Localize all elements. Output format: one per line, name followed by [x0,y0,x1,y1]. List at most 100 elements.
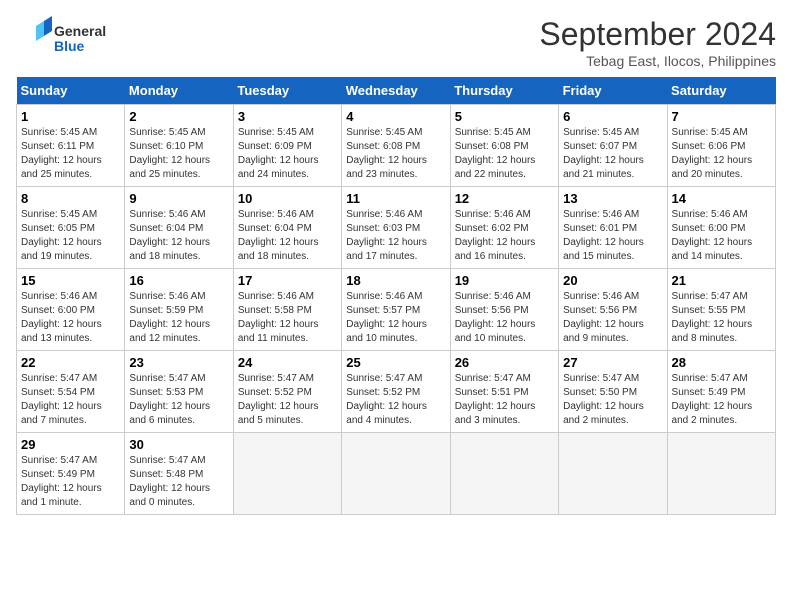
day-number: 30 [129,437,228,452]
day-number: 8 [21,191,120,206]
day-number: 24 [238,355,337,370]
calendar-cell [342,433,450,515]
calendar-cell [450,433,558,515]
day-info: Sunrise: 5:46 AMSunset: 5:57 PMDaylight:… [346,290,445,346]
day-info: Sunrise: 5:46 AMSunset: 6:03 PMDaylight:… [346,208,445,264]
day-number: 5 [455,109,554,124]
day-info: Sunrise: 5:47 AMSunset: 5:53 PMDaylight:… [129,372,228,428]
day-number: 1 [21,109,120,124]
svg-text:General: General [54,23,106,39]
calendar-cell [667,433,775,515]
day-info: Sunrise: 5:46 AMSunset: 6:04 PMDaylight:… [238,208,337,264]
calendar-cell: 20 Sunrise: 5:46 AMSunset: 5:56 PMDaylig… [559,269,667,351]
day-info: Sunrise: 5:46 AMSunset: 6:01 PMDaylight:… [563,208,662,264]
calendar-cell: 3 Sunrise: 5:45 AMSunset: 6:09 PMDayligh… [233,105,341,187]
calendar-cell: 15 Sunrise: 5:46 AMSunset: 6:00 PMDaylig… [17,269,125,351]
calendar-cell: 16 Sunrise: 5:46 AMSunset: 5:59 PMDaylig… [125,269,233,351]
day-number: 19 [455,273,554,288]
header: General Blue September 2024 Tebag East, … [16,16,776,69]
calendar-week-3: 15 Sunrise: 5:46 AMSunset: 6:00 PMDaylig… [17,269,776,351]
col-wednesday: Wednesday [342,77,450,105]
col-friday: Friday [559,77,667,105]
day-number: 7 [672,109,771,124]
day-number: 27 [563,355,662,370]
day-info: Sunrise: 5:45 AMSunset: 6:10 PMDaylight:… [129,126,228,182]
day-info: Sunrise: 5:47 AMSunset: 5:54 PMDaylight:… [21,372,120,428]
calendar-cell: 24 Sunrise: 5:47 AMSunset: 5:52 PMDaylig… [233,351,341,433]
day-number: 22 [21,355,120,370]
col-sunday: Sunday [17,77,125,105]
day-number: 10 [238,191,337,206]
day-number: 26 [455,355,554,370]
day-number: 11 [346,191,445,206]
month-title: September 2024 [539,16,776,53]
calendar-cell: 17 Sunrise: 5:46 AMSunset: 5:58 PMDaylig… [233,269,341,351]
calendar-cell: 29 Sunrise: 5:47 AMSunset: 5:49 PMDaylig… [17,433,125,515]
calendar-cell: 22 Sunrise: 5:47 AMSunset: 5:54 PMDaylig… [17,351,125,433]
day-info: Sunrise: 5:47 AMSunset: 5:50 PMDaylight:… [563,372,662,428]
day-info: Sunrise: 5:46 AMSunset: 6:00 PMDaylight:… [21,290,120,346]
calendar-table: Sunday Monday Tuesday Wednesday Thursday… [16,77,776,515]
title-area: September 2024 Tebag East, Ilocos, Phili… [539,16,776,69]
col-thursday: Thursday [450,77,558,105]
day-info: Sunrise: 5:45 AMSunset: 6:05 PMDaylight:… [21,208,120,264]
day-number: 29 [21,437,120,452]
day-number: 21 [672,273,771,288]
day-number: 16 [129,273,228,288]
day-info: Sunrise: 5:47 AMSunset: 5:51 PMDaylight:… [455,372,554,428]
day-info: Sunrise: 5:47 AMSunset: 5:52 PMDaylight:… [346,372,445,428]
day-number: 15 [21,273,120,288]
calendar-cell: 7 Sunrise: 5:45 AMSunset: 6:06 PMDayligh… [667,105,775,187]
location-subtitle: Tebag East, Ilocos, Philippines [539,53,776,69]
calendar-cell: 21 Sunrise: 5:47 AMSunset: 5:55 PMDaylig… [667,269,775,351]
day-info: Sunrise: 5:45 AMSunset: 6:08 PMDaylight:… [346,126,445,182]
day-info: Sunrise: 5:46 AMSunset: 6:02 PMDaylight:… [455,208,554,264]
col-saturday: Saturday [667,77,775,105]
day-info: Sunrise: 5:46 AMSunset: 5:56 PMDaylight:… [455,290,554,346]
day-info: Sunrise: 5:46 AMSunset: 6:00 PMDaylight:… [672,208,771,264]
day-info: Sunrise: 5:46 AMSunset: 5:58 PMDaylight:… [238,290,337,346]
day-info: Sunrise: 5:45 AMSunset: 6:11 PMDaylight:… [21,126,120,182]
calendar-week-5: 29 Sunrise: 5:47 AMSunset: 5:49 PMDaylig… [17,433,776,515]
calendar-cell: 25 Sunrise: 5:47 AMSunset: 5:52 PMDaylig… [342,351,450,433]
day-info: Sunrise: 5:45 AMSunset: 6:08 PMDaylight:… [455,126,554,182]
calendar-cell: 6 Sunrise: 5:45 AMSunset: 6:07 PMDayligh… [559,105,667,187]
day-info: Sunrise: 5:46 AMSunset: 6:04 PMDaylight:… [129,208,228,264]
day-info: Sunrise: 5:47 AMSunset: 5:55 PMDaylight:… [672,290,771,346]
calendar-cell: 23 Sunrise: 5:47 AMSunset: 5:53 PMDaylig… [125,351,233,433]
calendar-cell: 26 Sunrise: 5:47 AMSunset: 5:51 PMDaylig… [450,351,558,433]
calendar-cell: 14 Sunrise: 5:46 AMSunset: 6:00 PMDaylig… [667,187,775,269]
calendar-week-4: 22 Sunrise: 5:47 AMSunset: 5:54 PMDaylig… [17,351,776,433]
calendar-cell: 13 Sunrise: 5:46 AMSunset: 6:01 PMDaylig… [559,187,667,269]
day-info: Sunrise: 5:47 AMSunset: 5:52 PMDaylight:… [238,372,337,428]
day-number: 25 [346,355,445,370]
calendar-cell: 12 Sunrise: 5:46 AMSunset: 6:02 PMDaylig… [450,187,558,269]
day-info: Sunrise: 5:45 AMSunset: 6:07 PMDaylight:… [563,126,662,182]
calendar-cell: 19 Sunrise: 5:46 AMSunset: 5:56 PMDaylig… [450,269,558,351]
day-info: Sunrise: 5:47 AMSunset: 5:49 PMDaylight:… [672,372,771,428]
day-number: 17 [238,273,337,288]
day-number: 4 [346,109,445,124]
day-info: Sunrise: 5:46 AMSunset: 5:56 PMDaylight:… [563,290,662,346]
col-tuesday: Tuesday [233,77,341,105]
day-number: 18 [346,273,445,288]
calendar-cell: 27 Sunrise: 5:47 AMSunset: 5:50 PMDaylig… [559,351,667,433]
day-number: 28 [672,355,771,370]
col-monday: Monday [125,77,233,105]
calendar-cell: 9 Sunrise: 5:46 AMSunset: 6:04 PMDayligh… [125,187,233,269]
calendar-cell: 10 Sunrise: 5:46 AMSunset: 6:04 PMDaylig… [233,187,341,269]
calendar-cell [233,433,341,515]
day-number: 6 [563,109,662,124]
calendar-cell: 30 Sunrise: 5:47 AMSunset: 5:48 PMDaylig… [125,433,233,515]
calendar-week-2: 8 Sunrise: 5:45 AMSunset: 6:05 PMDayligh… [17,187,776,269]
calendar-cell [559,433,667,515]
day-info: Sunrise: 5:46 AMSunset: 5:59 PMDaylight:… [129,290,228,346]
day-number: 14 [672,191,771,206]
calendar-cell: 28 Sunrise: 5:47 AMSunset: 5:49 PMDaylig… [667,351,775,433]
svg-text:Blue: Blue [54,38,85,54]
day-info: Sunrise: 5:47 AMSunset: 5:49 PMDaylight:… [21,454,120,510]
calendar-cell: 18 Sunrise: 5:46 AMSunset: 5:57 PMDaylig… [342,269,450,351]
day-info: Sunrise: 5:47 AMSunset: 5:48 PMDaylight:… [129,454,228,510]
calendar-cell: 4 Sunrise: 5:45 AMSunset: 6:08 PMDayligh… [342,105,450,187]
calendar-body: 1 Sunrise: 5:45 AMSunset: 6:11 PMDayligh… [17,105,776,515]
